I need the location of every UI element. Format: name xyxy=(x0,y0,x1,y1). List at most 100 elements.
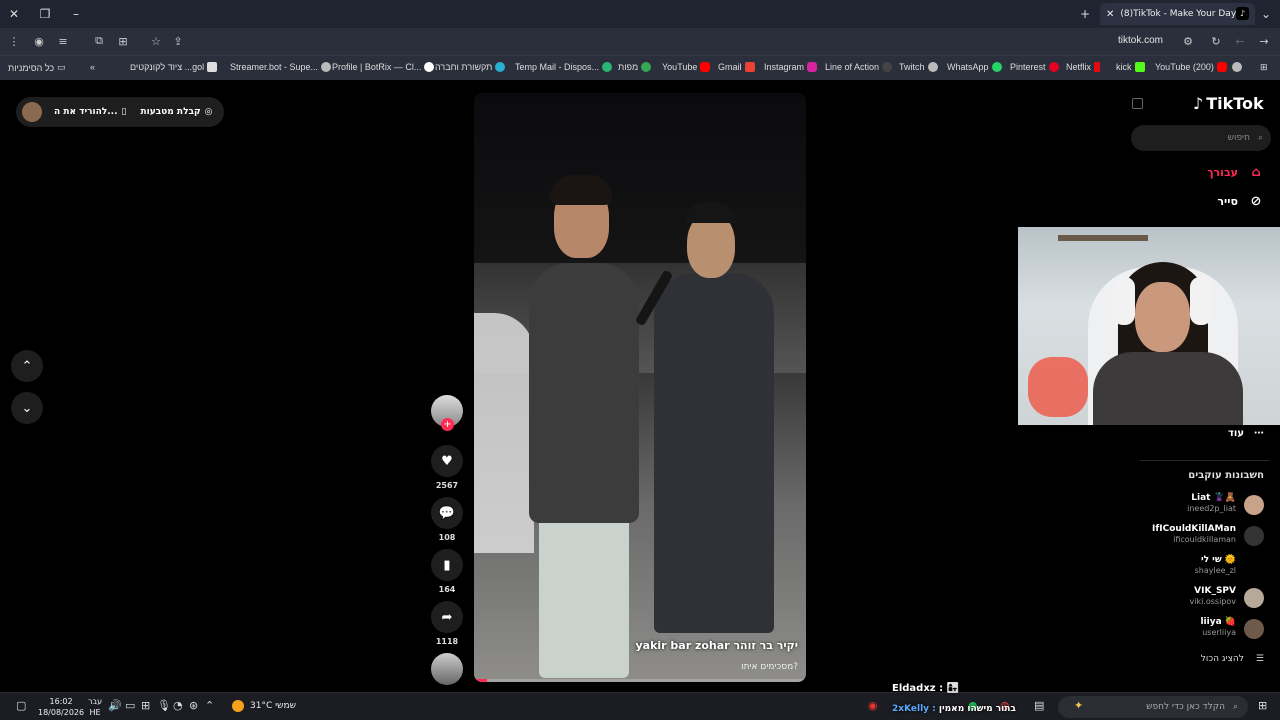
tray-chevron-up-icon[interactable]: ⌃ xyxy=(205,699,214,712)
heart-icon[interactable]: ♥ xyxy=(431,445,463,477)
following-account[interactable]: Liat 🦹‍♀️🧸 ineed2p_liat xyxy=(1104,493,1264,517)
bookmark-gmail[interactable]: Gmail xyxy=(718,62,755,72)
tray-app-icon[interactable]: ⊛ xyxy=(189,699,198,712)
extensions-icon[interactable]: ⧉ xyxy=(91,33,107,49)
streamer-webcam-overlay xyxy=(1018,227,1280,425)
bookmark-icon[interactable]: ▮ xyxy=(431,549,463,581)
avatar xyxy=(1244,495,1264,515)
taskbar-app-icon[interactable]: ◉ xyxy=(868,699,878,712)
volume-icon[interactable]: 🔊 xyxy=(108,699,122,712)
extensions-list-icon[interactable]: ≡ xyxy=(55,33,71,49)
all-bookmarks[interactable]: כל הסימניות ▭ xyxy=(8,62,66,73)
video-progress-bar[interactable] xyxy=(474,679,806,682)
promo-pill[interactable]: להוריד את ה... ▯ קבלת מטבעות ◎ xyxy=(16,97,224,127)
bookmark-youtube[interactable]: YouTube xyxy=(662,62,711,72)
bookmark-favicon-icon xyxy=(207,62,218,72)
tiktok-favicon-icon: ♪ xyxy=(1236,7,1249,20)
following-account[interactable]: שי לי 🌞 shaylee_zl xyxy=(1104,555,1264,579)
nav-explore[interactable]: סייר ⊘ xyxy=(1217,193,1264,209)
search-input[interactable]: חיפוש ⌕ xyxy=(1131,125,1271,151)
bookmark-favicon-icon xyxy=(424,62,435,72)
bookmark-whatsapp[interactable]: WhatsApp xyxy=(947,62,1002,72)
network-icon[interactable]: ▭ xyxy=(125,699,135,712)
comment-action[interactable]: 💬 108 xyxy=(431,497,463,542)
notifications-icon[interactable]: ▢ xyxy=(16,699,26,712)
tiktok-logo[interactable]: ♪ TikTok xyxy=(1193,94,1264,113)
url-field[interactable]: tiktok.com xyxy=(1118,35,1163,46)
next-video-button[interactable]: ⌄ xyxy=(11,392,43,424)
previous-video-button[interactable]: ⌃ xyxy=(11,350,43,382)
bookmarks-overflow-icon[interactable]: « xyxy=(90,62,95,72)
profile-icon[interactable]: ◉ xyxy=(31,33,47,49)
bookmark-pinterest[interactable]: Pinterest xyxy=(1010,62,1059,72)
video-player[interactable]: yakir bar zohar יקיר בר זוהר מסכימים אית… xyxy=(474,93,806,682)
save-action[interactable]: ▮ 164 xyxy=(431,549,463,594)
task-view-icon[interactable]: ▤ xyxy=(1034,699,1044,712)
download-app-link[interactable]: להוריד את ה... xyxy=(54,107,118,117)
following-accounts-title: חשבונות עוקבים xyxy=(1188,470,1264,481)
weather-widget[interactable]: 31°C שמשי xyxy=(232,700,296,712)
bookmark-maps[interactable]: מפות xyxy=(618,62,652,72)
bookmark-netflix[interactable]: Netflix xyxy=(1066,62,1101,72)
tab-tiktok[interactable]: ✕ (8)TikTok - Make Your Day ♪ xyxy=(1100,3,1255,25)
microphone-icon[interactable]: 🎙 xyxy=(157,699,171,712)
minimize-window-icon[interactable]: – xyxy=(66,4,86,24)
like-action[interactable]: ♥ 2567 xyxy=(431,445,463,490)
site-settings-icon[interactable]: ⚙ xyxy=(1180,33,1196,49)
bookmark-favicon-icon xyxy=(882,62,893,72)
translate-icon[interactable]: ⊞ xyxy=(115,33,131,49)
system-clock[interactable]: 16:02 18/08/2026 xyxy=(38,696,84,718)
forward-icon[interactable]: ← xyxy=(1232,33,1248,49)
bookmark-youtube-200[interactable]: YouTube (200) xyxy=(1155,62,1227,72)
share-action[interactable]: ➦ 1118 xyxy=(431,601,463,646)
nav-for-you[interactable]: עבורך ⌂ xyxy=(1207,164,1264,180)
chevron-up-icon: ⌃ xyxy=(21,358,33,374)
bookmark-botrix[interactable]: Profile | BotRix — Cl... xyxy=(332,62,435,72)
tray-app-icon[interactable]: ⊞ xyxy=(141,699,150,712)
copilot-sparkle-icon[interactable]: ✦ xyxy=(1074,699,1083,712)
bookmark-tempmail[interactable]: Temp Mail - Dispos... xyxy=(515,62,613,72)
tab-list-chevron-icon[interactable]: ⌄ xyxy=(1256,4,1276,24)
bookmark-instagram[interactable]: Instagram xyxy=(764,62,818,72)
reload-icon[interactable]: ↻ xyxy=(1208,33,1224,49)
bookmark-streamerbot[interactable]: Streamer.bot - Supe... xyxy=(230,62,332,72)
music-disc-avatar[interactable] xyxy=(431,653,463,685)
language-indicator[interactable]: עבר HE xyxy=(88,696,102,718)
bookmark-twitch[interactable]: Twitch xyxy=(899,62,938,72)
bookmark-star-icon[interactable]: ☆ xyxy=(148,33,164,49)
folder-icon: ▭ xyxy=(57,62,66,72)
tray-app-icon[interactable]: ◔ xyxy=(173,699,183,712)
menu-dots-icon[interactable]: ⋮ xyxy=(6,33,22,49)
share-count: 1118 xyxy=(435,637,459,646)
bookmark-communication[interactable]: תקשורת וחברה xyxy=(435,62,506,72)
restore-window-icon[interactable]: ❐ xyxy=(35,4,55,24)
globe-icon xyxy=(321,62,332,72)
close-tab-icon[interactable]: ✕ xyxy=(1106,9,1114,20)
sidebar-divider xyxy=(1140,460,1270,461)
back-icon[interactable]: → xyxy=(1256,33,1272,49)
comment-icon[interactable]: 💬 xyxy=(431,497,463,529)
following-account[interactable]: IfICouldKillAMan ificouldkillaman xyxy=(1104,524,1264,548)
os-taskbar: ▢ 16:02 18/08/2026 עבר HE 🔊 ▭ ⊞ 🎙 ◔ ⊛ ⌃ … xyxy=(0,692,1280,720)
video-author[interactable]: yakir bar zohar יקיר בר זוהר xyxy=(635,639,798,652)
get-coins-link[interactable]: קבלת מטבעות xyxy=(140,107,200,117)
share-page-icon[interactable]: ⇪ xyxy=(170,33,186,49)
show-all-following[interactable]: להציג הכול ☰ xyxy=(1201,654,1264,664)
nav-more[interactable]: עוד ⋯ xyxy=(1228,428,1264,439)
bookmark-line-of-action[interactable]: Line of Action xyxy=(825,62,893,72)
following-account[interactable]: VIK_SPV viki.ossipov xyxy=(1104,586,1264,610)
new-tab-icon[interactable]: + xyxy=(1075,4,1095,24)
apps-grid-icon[interactable]: ⊞ xyxy=(1260,62,1268,73)
bookmark-gol[interactable]: ציוד לקונקטים ...gol xyxy=(130,62,218,72)
windows-start-icon[interactable]: ⊞ xyxy=(1258,699,1267,712)
close-window-icon[interactable]: ✕ xyxy=(4,4,24,24)
globe-icon[interactable] xyxy=(1232,62,1242,72)
avatar xyxy=(1244,526,1264,546)
following-account[interactable]: liiya 🍓 userliiya xyxy=(1104,617,1264,641)
taskbar-search-input[interactable]: הקלד כאן כדי לחפש ⌕ xyxy=(1058,696,1248,718)
video-progress-fill xyxy=(474,679,488,682)
bookmark-kick[interactable]: kick xyxy=(1116,62,1145,72)
collapse-sidebar-icon[interactable] xyxy=(1132,98,1143,109)
share-arrow-icon[interactable]: ➦ xyxy=(431,601,463,633)
follow-plus-icon[interactable]: + xyxy=(441,418,454,431)
